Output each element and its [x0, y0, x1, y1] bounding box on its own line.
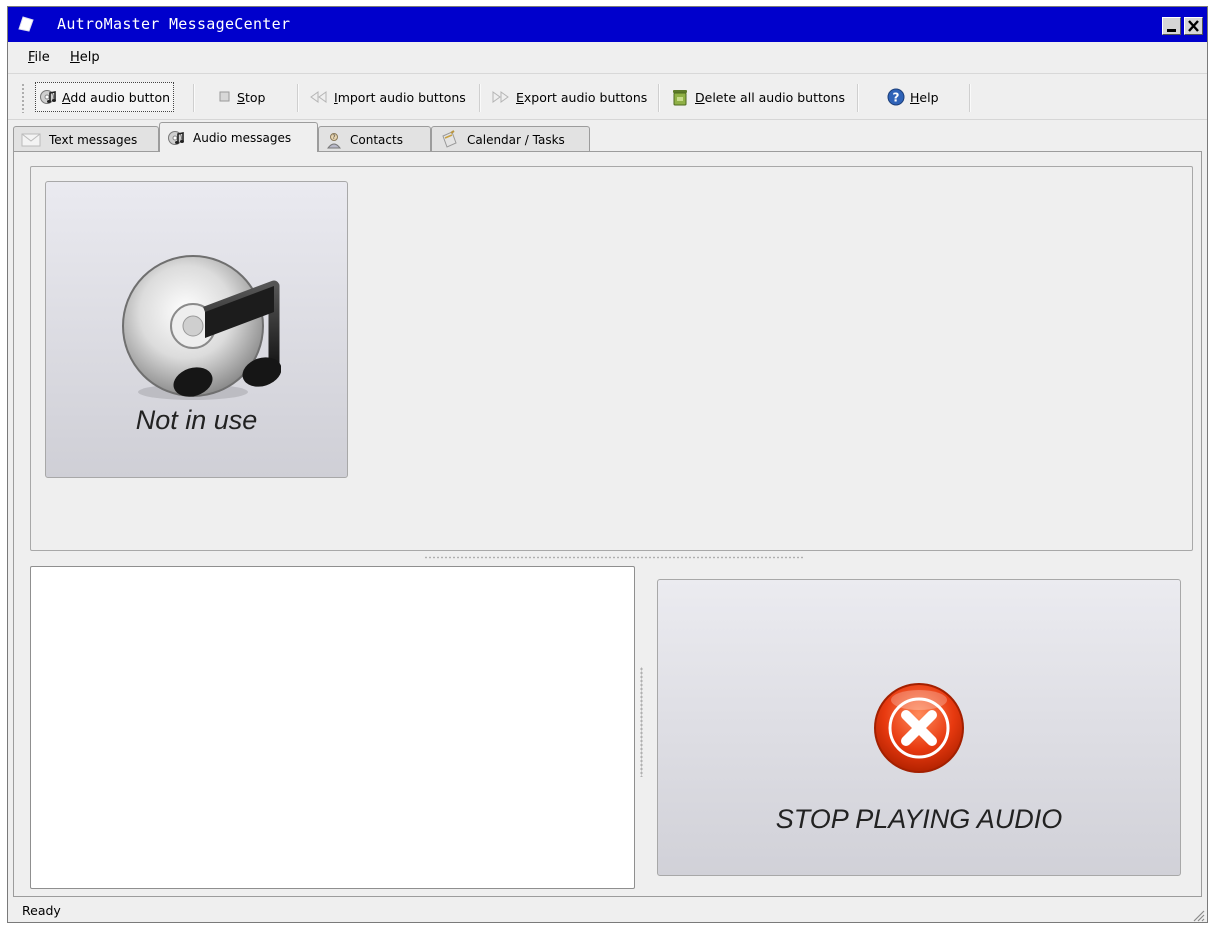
menu-help[interactable]: Help: [70, 50, 100, 65]
import-audio-buttons-button[interactable]: Import audio buttons: [309, 82, 466, 112]
toolbar-separator: [479, 84, 481, 112]
vertical-splitter-handle[interactable]: [640, 667, 643, 777]
trash-can-icon: [670, 87, 690, 107]
tab-label: Text messages: [49, 132, 138, 147]
export-audio-buttons-button[interactable]: Export audio buttons: [491, 82, 647, 112]
tab-contacts[interactable]: ? Contacts: [318, 126, 431, 152]
tab-calendar-tasks[interactable]: Calendar / Tasks: [431, 126, 590, 152]
import-audio-buttons-label: Import audio buttons: [334, 89, 466, 105]
tab-audio-messages[interactable]: Audio messages: [159, 122, 318, 152]
cd-music-icon: [122, 255, 281, 400]
tab-label: Calendar / Tasks: [467, 132, 565, 147]
horizontal-splitter-handle[interactable]: [424, 556, 804, 559]
export-audio-buttons-label: Export audio buttons: [516, 89, 648, 105]
help-icon: ?: [887, 88, 905, 106]
toolbar-separator: [857, 84, 859, 112]
close-button[interactable]: [1184, 17, 1203, 35]
minimize-button[interactable]: [1162, 17, 1181, 35]
tab-bar: Text messages Audio messages ? Contacts …: [13, 122, 1203, 152]
red-x-icon: [874, 683, 964, 773]
help-button[interactable]: ? Help: [887, 82, 939, 112]
stop-square-icon: [218, 90, 232, 104]
menu-file[interactable]: File: [28, 50, 50, 65]
add-audio-button-label: Add audio button: [62, 89, 171, 105]
stop-playing-audio-button[interactable]: STOP PLAYING AUDIO: [657, 579, 1181, 876]
delete-all-audio-buttons-button[interactable]: Delete all audio buttons: [670, 82, 845, 112]
toolbar-grip[interactable]: [21, 83, 26, 113]
tab-text-messages[interactable]: Text messages: [13, 126, 159, 152]
toolbar: Add audio button Stop Import audio butto…: [8, 74, 1207, 120]
audio-icon: [39, 89, 57, 105]
window-title: AutroMaster MessageCenter: [57, 15, 291, 33]
svg-text:?: ?: [332, 134, 335, 141]
svg-text:?: ?: [893, 91, 900, 105]
stop-button[interactable]: Stop: [218, 82, 265, 112]
stop-playing-audio-label: STOP PLAYING AUDIO: [775, 804, 1063, 834]
stop-button-label: Stop: [237, 89, 266, 105]
audio-buttons-panel: Not in use: [30, 166, 1193, 551]
tab-label: Contacts: [350, 132, 403, 147]
toolbar-separator: [658, 84, 660, 112]
rewind-icon: [309, 91, 329, 103]
audio-icon: [167, 130, 185, 146]
close-icon: [1188, 20, 1199, 32]
status-text: Ready: [22, 903, 61, 918]
help-button-label: Help: [910, 89, 939, 105]
app-icon: [18, 16, 34, 32]
fast-forward-icon: [491, 91, 511, 103]
menu-bar: File Help: [8, 42, 1207, 74]
add-audio-button[interactable]: Add audio button: [35, 82, 175, 112]
toolbar-separator: [297, 84, 299, 112]
delete-all-audio-buttons-label: Delete all audio buttons: [695, 89, 845, 105]
app-window: AutroMaster MessageCenter File Help Add …: [7, 6, 1208, 923]
audio-button-label: Not in use: [135, 405, 258, 435]
toolbar-separator: [193, 84, 195, 112]
envelope-icon: [21, 133, 41, 147]
resize-grip-icon[interactable]: [1189, 906, 1205, 922]
status-bar: Ready: [8, 898, 1207, 922]
toolbar-separator: [969, 84, 971, 112]
tab-label: Audio messages: [193, 130, 292, 145]
audio-button[interactable]: Not in use: [45, 181, 348, 478]
title-bar[interactable]: AutroMaster MessageCenter: [8, 7, 1207, 42]
tab-content-audio-messages: Not in use STOP PLAYING AUDIO: [13, 151, 1202, 897]
minimize-icon: [1167, 29, 1176, 32]
audio-message-list[interactable]: [30, 566, 635, 889]
contact-icon: ?: [326, 131, 342, 149]
calendar-icon: [439, 129, 459, 150]
